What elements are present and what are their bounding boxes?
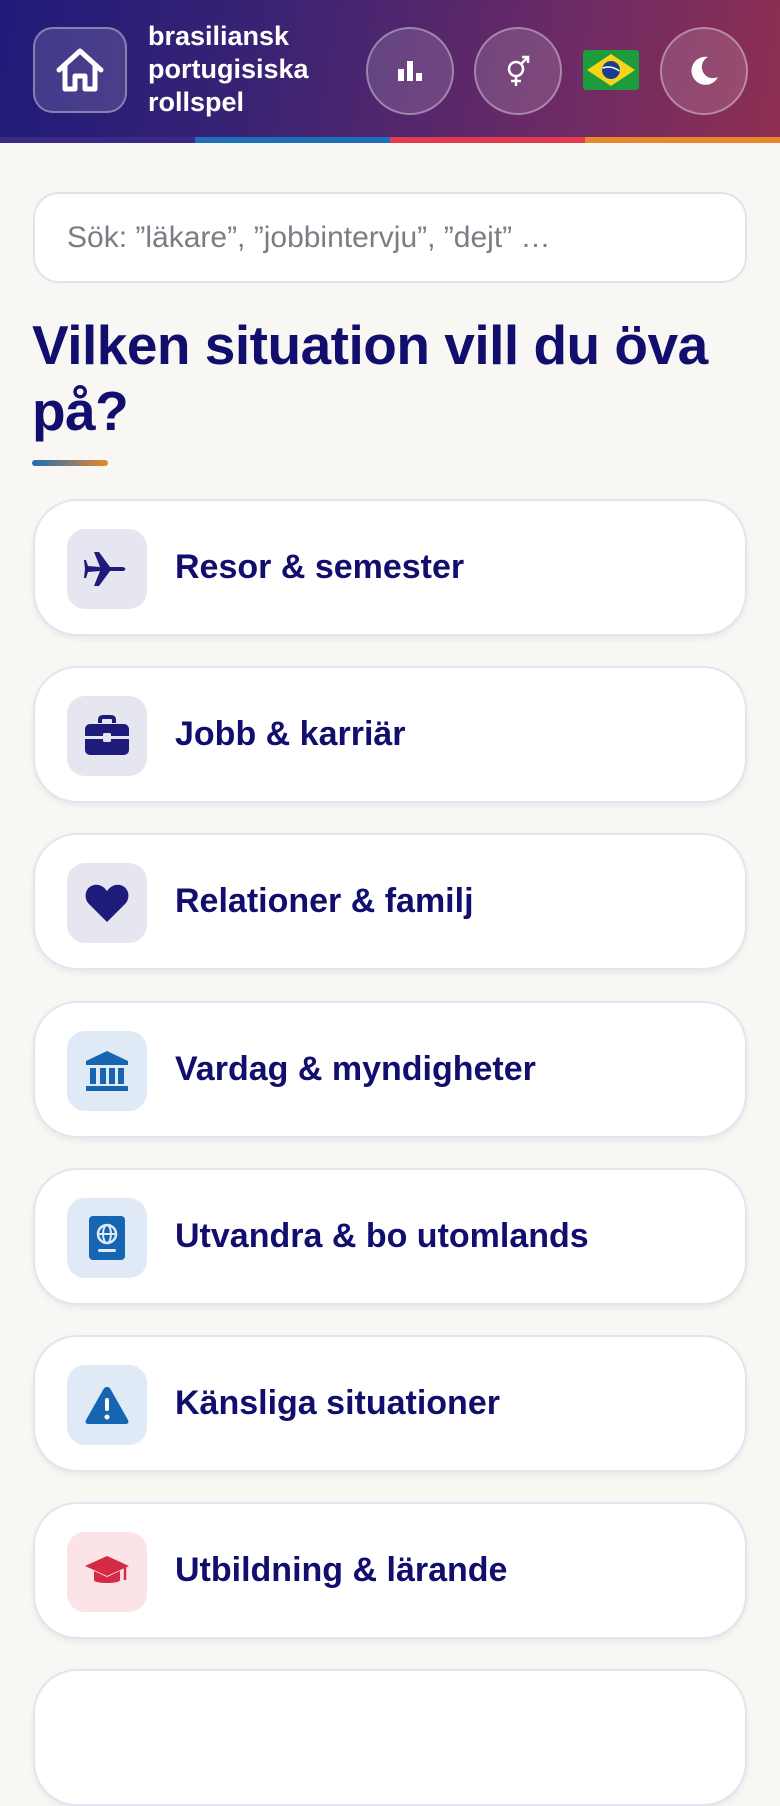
category-card-sensitive[interactable]: Känsliga situationer xyxy=(33,1335,747,1472)
warning-icon xyxy=(85,1387,129,1424)
category-card-work[interactable]: Jobb & karriär xyxy=(33,666,747,803)
category-icon-box xyxy=(67,1365,147,1445)
category-card-more[interactable] xyxy=(33,1669,747,1806)
brazil-flag-icon xyxy=(583,50,639,90)
graduation-cap-icon xyxy=(85,1556,129,1583)
category-card-everyday[interactable]: Vardag & myndigheter xyxy=(33,1001,747,1138)
category-card-travel[interactable]: Resor & semester xyxy=(33,499,747,636)
category-label: Utvandra & bo utomlands xyxy=(175,1217,589,1255)
category-label: Vardag & myndigheter xyxy=(175,1050,536,1088)
heading-underline xyxy=(32,460,108,466)
stripe-segment xyxy=(0,137,195,143)
stats-button[interactable] xyxy=(366,27,454,115)
category-card-emigrate[interactable]: Utvandra & bo utomlands xyxy=(33,1168,747,1305)
category-card-education[interactable]: Utbildning & lärande xyxy=(33,1502,747,1639)
passport-icon xyxy=(89,1216,125,1260)
heart-icon xyxy=(85,884,129,922)
theme-toggle-button[interactable] xyxy=(660,27,748,115)
gender-button[interactable] xyxy=(474,27,562,115)
gender-icon xyxy=(507,55,530,86)
category-icon-box xyxy=(67,529,147,609)
page-heading: Vilken situation vill du öva på? xyxy=(32,314,708,442)
category-icon-box xyxy=(67,1198,147,1278)
moon-icon xyxy=(691,56,718,85)
app-header: brasiliansk portugisiska rollspel xyxy=(0,0,780,143)
category-label: Utbildning & lärande xyxy=(175,1551,508,1589)
bar-chart-icon xyxy=(398,61,422,81)
app-title: brasiliansk portugisiska rollspel xyxy=(148,21,309,117)
bank-icon xyxy=(86,1051,128,1091)
airplane-icon xyxy=(84,552,126,586)
home-icon xyxy=(56,48,104,92)
briefcase-icon xyxy=(85,715,129,755)
stripe-segment xyxy=(390,137,585,143)
category-label: Relationer & familj xyxy=(175,882,474,920)
category-label: Känsliga situationer xyxy=(175,1384,500,1422)
category-icon-box xyxy=(67,1031,147,1111)
category-icon-box xyxy=(67,696,147,776)
language-flag-button[interactable] xyxy=(583,50,639,90)
category-label: Jobb & karriär xyxy=(175,715,406,753)
home-button[interactable] xyxy=(33,27,127,113)
category-card-relations[interactable]: Relationer & familj xyxy=(33,833,747,970)
category-icon-box xyxy=(67,1532,147,1612)
stripe-segment xyxy=(195,137,390,143)
header-color-stripe xyxy=(0,137,780,143)
category-icon-box xyxy=(67,863,147,943)
category-label: Resor & semester xyxy=(175,548,465,586)
stripe-segment xyxy=(585,137,780,143)
search-input[interactable]: Sök: ”läkare”, ”jobbintervju”, ”dejt” … xyxy=(33,192,747,283)
